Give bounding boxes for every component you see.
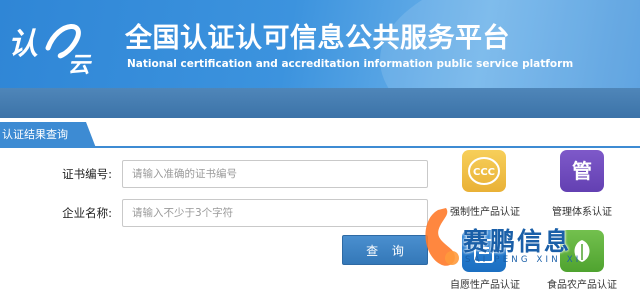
management-icon-text: 管 [572,159,592,183]
ccc-icon[interactable]: CCC [462,150,506,192]
watermark-brand: 赛鹏信息 [463,227,572,256]
management-icon[interactable]: 管 [560,150,604,192]
svg-text:云: 云 [68,52,92,76]
company-name-input[interactable] [122,199,428,227]
site-title: 全国认证认可信息公共服务平台 [125,23,510,54]
site-logo[interactable]: 认 云 [6,14,106,76]
company-name-label: 企业名称: [62,206,112,220]
site-subtitle: National certification and accreditation… [127,58,574,70]
management-label[interactable]: 管理体系认证 [534,203,630,218]
watermark-pinyin: SAI PENG XIN XI [465,255,582,265]
svg-text:认: 认 [8,27,38,62]
site-header: 认 云 全国认证认可信息公共服务平台 National certificatio… [0,0,640,88]
nav-bar [0,88,640,118]
tab-cert-result-query[interactable]: 认证结果查询 [0,122,96,148]
tab-strip: 认证结果查询 [0,122,640,148]
cert-number-input[interactable] [122,160,428,188]
svg-text:CCC: CCC [473,167,495,178]
cert-number-label: 证书编号: [62,167,112,181]
ccc-label[interactable]: 强制性产品认证 [437,203,533,218]
food-label[interactable]: 食品农产品认证 [534,276,630,291]
query-button[interactable]: 查 询 [342,235,428,265]
voluntary-label[interactable]: 自愿性产品认证 [437,276,533,291]
